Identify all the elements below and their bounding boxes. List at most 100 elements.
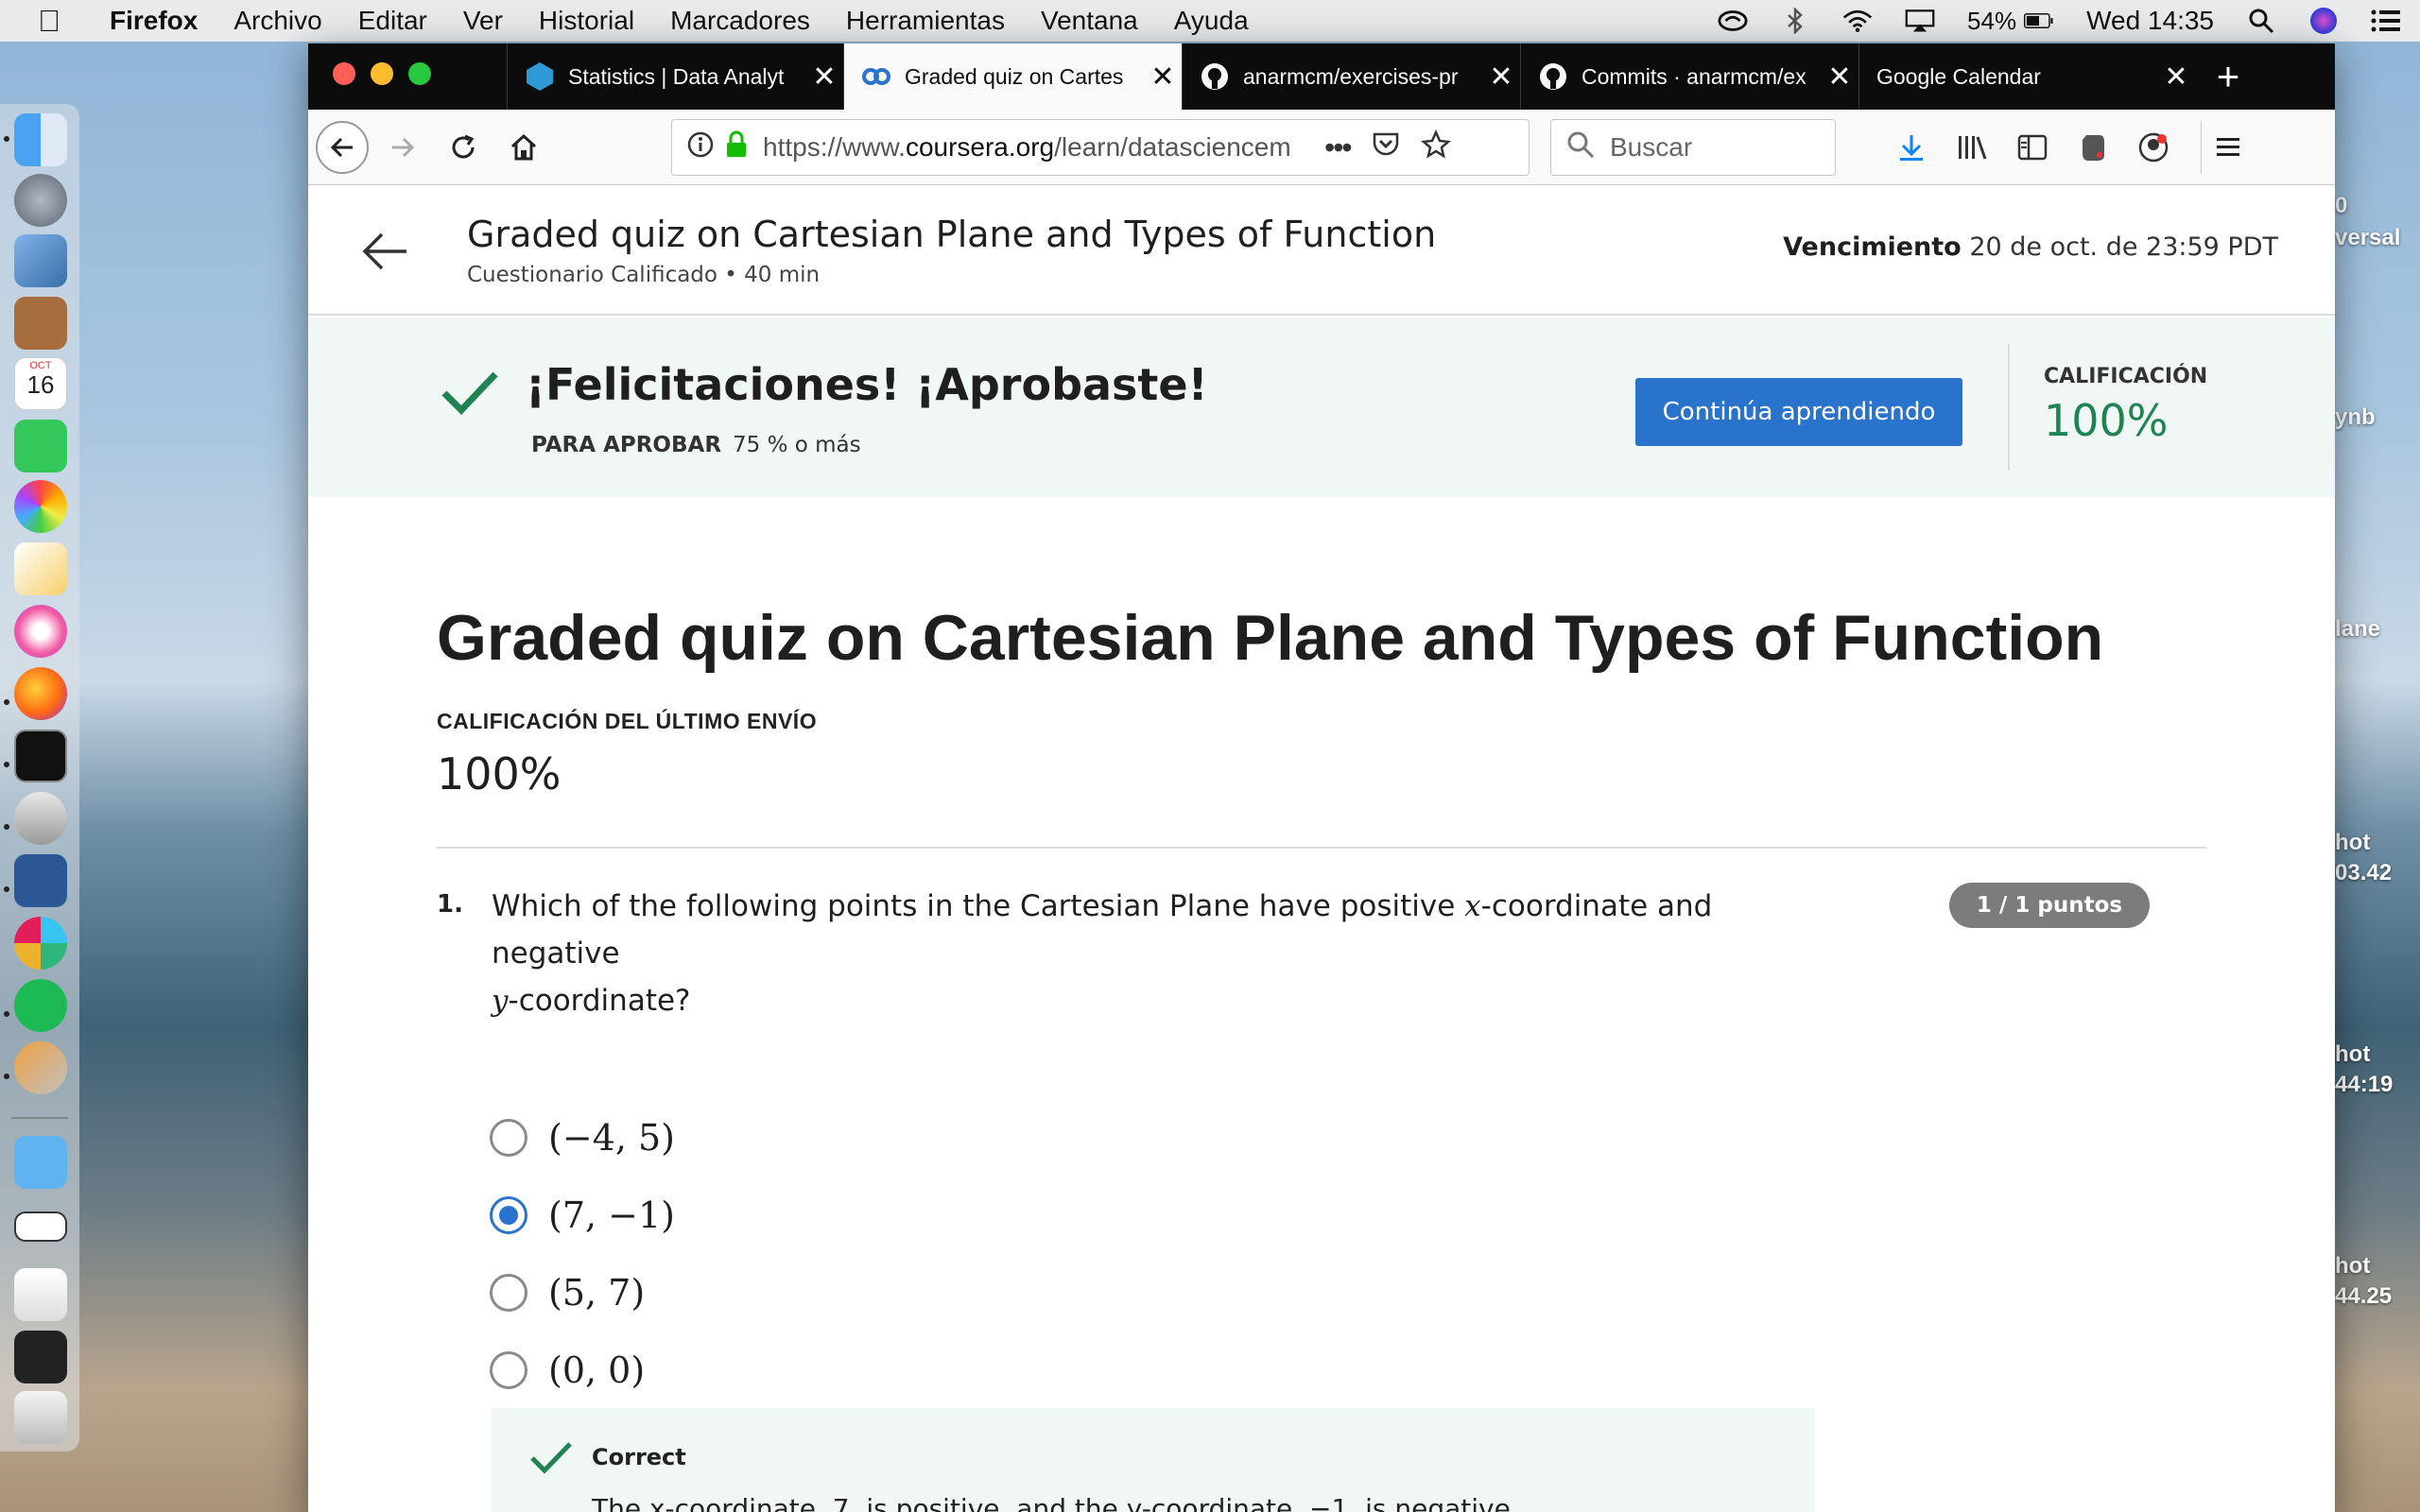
option-label[interactable]: (−4, 5) [548,1117,675,1159]
menu-app-firefox[interactable]: Firefox [110,6,198,36]
close-tab-icon[interactable]: ✕ [2157,60,2195,94]
desktop-label: hot [2335,1253,2371,1279]
close-tab-icon[interactable]: ✕ [1144,60,1182,94]
close-tab-icon[interactable]: ✕ [1482,60,1520,94]
menubar-clock[interactable]: Wed 14:35 [2086,6,2214,36]
menu-ventana[interactable]: Ventana [1041,6,1138,36]
terminal-icon[interactable] [14,730,67,782]
menu-historial[interactable]: Historial [539,6,634,36]
home-button[interactable] [497,121,550,174]
bookmark-star-icon[interactable] [1420,129,1451,166]
tab-statistics[interactable]: Statistics | Data Analyt ✕ [507,43,843,110]
menu-archivo[interactable]: Archivo [233,6,321,36]
close-tab-icon[interactable]: ✕ [1821,60,1858,94]
launchpad-icon[interactable] [14,174,67,227]
answer-option-selected[interactable]: (7, −1) [490,1189,675,1242]
spotlight-search-icon[interactable] [2246,9,2276,34]
tab-github-exercises[interactable]: anarmcm/exercises-pr ✕ [1182,43,1520,110]
navigation-toolbar: https://www.coursera.org/learn/datascien… [308,110,2335,185]
feedback-text: The x-coordinate, 7, is positive, and th… [592,1493,1519,1512]
library-icon[interactable] [1945,121,1998,174]
back-arrow-icon[interactable] [359,225,412,278]
apple-menu-icon[interactable]:  [38,4,76,39]
minimize-window-button[interactable] [371,62,393,85]
page-actions-icon[interactable]: ••• [1324,130,1353,165]
preview-icon[interactable] [14,234,67,287]
firefox-icon[interactable] [14,667,67,720]
info-icon[interactable] [687,131,714,164]
notification-center-icon[interactable] [2371,9,2401,33]
sidebar-icon[interactable] [2006,121,2059,174]
menu-marcadores[interactable]: Marcadores [670,6,810,36]
contacts-icon[interactable] [14,297,67,350]
wifi-icon[interactable] [1842,9,1873,33]
close-window-button[interactable] [333,62,355,85]
calendar-icon[interactable]: OCT 16 [14,357,67,410]
finder-icon[interactable] [14,113,67,166]
facetime-icon[interactable] [14,420,67,472]
reload-button[interactable] [437,121,490,174]
dock-running-indicator [4,136,9,142]
siri-icon[interactable] [2308,8,2339,34]
downloads-folder-icon[interactable] [14,1136,67,1189]
radio-button-selected[interactable] [490,1196,527,1234]
url-bar[interactable]: https://www.coursera.org/learn/datascien… [671,119,1530,176]
radio-button[interactable] [490,1274,527,1312]
keychain-icon[interactable] [14,1041,67,1094]
question-number: 1. [437,890,463,919]
answer-option[interactable]: (0, 0) [490,1344,645,1397]
spotify-icon[interactable] [14,979,67,1032]
desktop-label: 44.25 [2335,1283,2393,1309]
continue-learning-button[interactable]: Continúa aprendiendo [1635,378,1962,446]
zoom-window-button[interactable] [408,62,431,85]
hexagon-favicon-icon [525,61,555,92]
desktop-label: lane [2335,616,2381,642]
airplay-icon[interactable] [1905,9,1935,33]
option-label[interactable]: (7, −1) [548,1194,675,1236]
word-icon[interactable] [14,854,67,907]
screenshot-thumbnail-icon[interactable] [14,1331,67,1383]
quiz-header: Graded quiz on Cartesian Plane and Types… [308,185,2335,316]
tab-graded-quiz[interactable]: Graded quiz on Cartes ✕ [843,43,1182,110]
congratulations-message: ¡Felicitaciones! ¡Aprobaste! [526,359,1208,410]
tab-github-commits[interactable]: Commits · anarmcm/ex ✕ [1520,43,1858,110]
photos-icon[interactable] [14,480,67,533]
option-label[interactable]: (5, 7) [548,1272,645,1314]
evernote-extension-icon[interactable] [2066,121,2119,174]
document-thumbnail-icon[interactable] [14,1268,67,1321]
database-icon[interactable] [14,792,67,845]
close-tab-icon[interactable]: ✕ [805,60,843,94]
hamburger-menu-icon[interactable] [2201,121,2254,174]
creative-cloud-icon[interactable] [1718,9,1748,33]
new-tab-button[interactable]: + [2195,43,2261,110]
lock-icon[interactable] [725,130,748,165]
question-text: Which of the following points in the Car… [492,883,1834,1024]
answer-option[interactable]: (5, 7) [490,1266,645,1319]
radio-button[interactable] [490,1119,527,1157]
window-thumbnail-icon[interactable] [14,1211,67,1242]
forward-button[interactable] [376,121,429,174]
back-button[interactable] [316,121,369,174]
downloads-icon[interactable] [1885,121,1938,174]
account-extension-icon[interactable] [2127,121,2180,174]
menu-ayuda[interactable]: Ayuda [1174,6,1249,36]
feedback-box: Correct The x-coordinate, 7, is positive… [492,1408,1815,1512]
tab-title: Commits · anarmcm/ex [1582,63,1806,89]
radio-button[interactable] [490,1351,527,1389]
slack-icon[interactable] [14,917,67,970]
battery-icon[interactable] [2024,9,2054,33]
itunes-icon[interactable] [14,605,67,658]
pocket-icon[interactable] [1372,131,1400,164]
option-label[interactable]: (0, 0) [548,1349,645,1391]
pass-label: PARA APROBAR [531,433,722,457]
checkmark-icon [441,369,499,416]
bluetooth-icon[interactable] [1780,8,1810,34]
trash-icon[interactable] [14,1391,67,1444]
answer-option[interactable]: (−4, 5) [490,1111,675,1164]
menu-editar[interactable]: Editar [358,6,427,36]
menu-ver[interactable]: Ver [463,6,503,36]
tab-google-calendar[interactable]: Google Calendar ✕ [1858,43,2195,110]
pages-icon[interactable] [14,542,67,595]
menu-herramientas[interactable]: Herramientas [846,6,1005,36]
search-bar[interactable]: Buscar [1550,119,1836,176]
